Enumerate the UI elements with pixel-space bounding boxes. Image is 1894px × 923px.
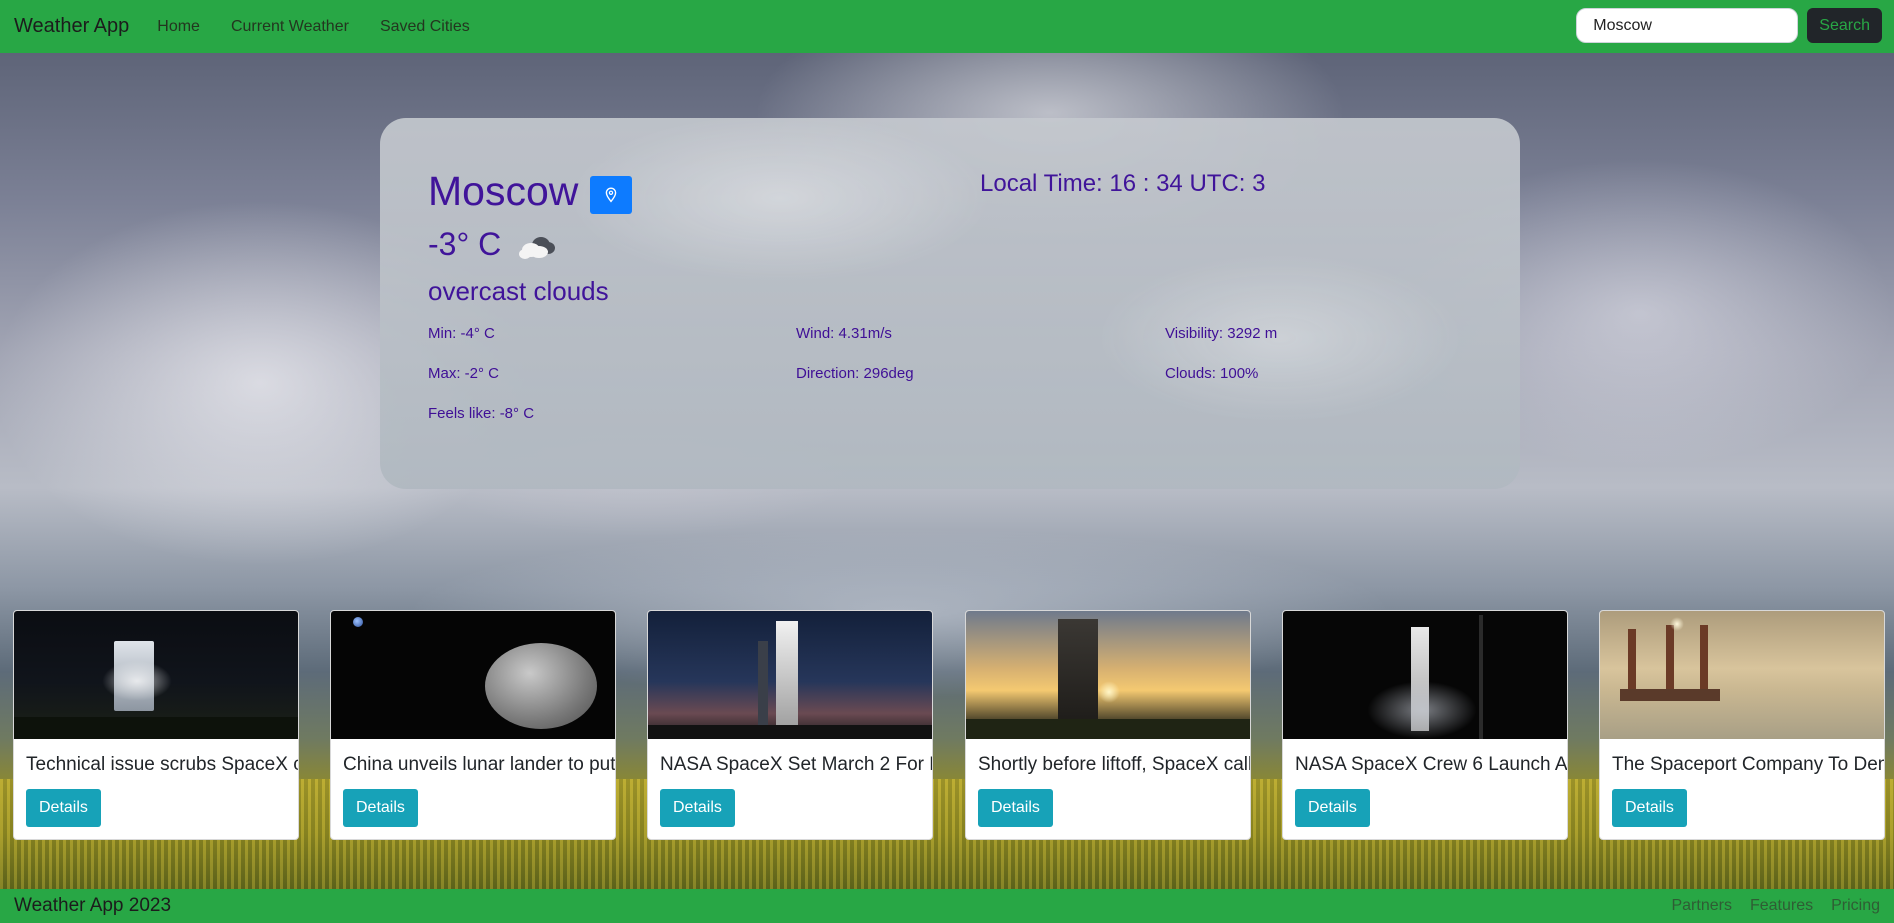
footer-link-partners[interactable]: Partners bbox=[1671, 897, 1731, 915]
news-card: The Spaceport Company To Demonstrate Det… bbox=[1599, 610, 1885, 840]
stat-visibility: Visibility: 3292 m bbox=[1165, 325, 1278, 342]
news-title: China unveils lunar lander to put astron… bbox=[343, 754, 615, 775]
nav-link-current-weather[interactable]: Current Weather bbox=[231, 18, 349, 36]
local-time: Local Time: 16 : 34 UTC: 3 bbox=[980, 170, 1266, 197]
save-city-button[interactable] bbox=[590, 175, 633, 214]
stat-wind: Wind: 4.31m/s bbox=[796, 325, 892, 342]
news-image bbox=[1600, 611, 1884, 739]
footer-links: Partners Features Pricing bbox=[1653, 897, 1880, 915]
details-button[interactable]: Details bbox=[1612, 789, 1687, 827]
news-image bbox=[648, 611, 932, 739]
top-navbar: Weather App Home Current Weather Saved C… bbox=[0, 0, 1894, 53]
temperature: -3° C bbox=[428, 226, 502, 262]
news-title: Shortly before liftoff, SpaceX calls off bbox=[978, 754, 1250, 775]
stat-clouds: Clouds: 100% bbox=[1165, 365, 1259, 382]
news-card: Technical issue scrubs SpaceX crew launc… bbox=[13, 610, 299, 840]
news-card: China unveils lunar lander to put astron… bbox=[330, 610, 616, 840]
footer-brand: Weather App 2023 bbox=[14, 895, 172, 916]
city-name: Moscow bbox=[428, 168, 579, 214]
news-card: Shortly before liftoff, SpaceX calls off… bbox=[965, 610, 1251, 840]
news-card: NASA SpaceX Crew 6 Launch Attempt Detail… bbox=[1282, 610, 1568, 840]
stat-min: Min: -4° C bbox=[428, 325, 495, 342]
navbar-brand[interactable]: Weather App bbox=[14, 15, 129, 38]
details-button[interactable]: Details bbox=[660, 789, 735, 827]
news-image bbox=[966, 611, 1250, 739]
news-title: NASA SpaceX Crew 6 Launch Attempt bbox=[1295, 754, 1567, 775]
search-input[interactable] bbox=[1576, 8, 1799, 43]
weather-card: Moscow Local Time: 16 : 34 UTC: 3 -3° C … bbox=[380, 118, 1520, 489]
search-form: Search bbox=[1576, 8, 1882, 43]
footer-link-pricing[interactable]: Pricing bbox=[1831, 897, 1880, 915]
news-card: NASA SpaceX Set March 2 For Launch Detai… bbox=[647, 610, 933, 840]
stat-max: Max: -2° C bbox=[428, 365, 500, 382]
weather-description: overcast clouds bbox=[428, 276, 609, 306]
news-image bbox=[331, 611, 615, 739]
nav-link-home[interactable]: Home bbox=[157, 18, 200, 36]
map-pin-icon bbox=[606, 186, 617, 202]
details-button[interactable]: Details bbox=[978, 789, 1053, 827]
news-title: Technical issue scrubs SpaceX crew launc… bbox=[26, 754, 298, 775]
details-button[interactable]: Details bbox=[343, 789, 418, 827]
news-image bbox=[14, 611, 298, 739]
footer: Weather App 2023 Partners Features Prici… bbox=[0, 889, 1894, 923]
stat-feels-like: Feels like: -8° C bbox=[428, 405, 535, 422]
temperature-row: -3° C bbox=[428, 226, 557, 263]
city-row: Moscow bbox=[428, 168, 633, 215]
details-button[interactable]: Details bbox=[1295, 789, 1370, 827]
search-button[interactable]: Search bbox=[1807, 8, 1882, 43]
news-title: NASA SpaceX Set March 2 For Launch bbox=[660, 754, 932, 775]
news-image bbox=[1283, 611, 1567, 739]
cloud-icon bbox=[519, 236, 556, 259]
footer-link-features[interactable]: Features bbox=[1750, 897, 1813, 915]
nav-link-saved-cities[interactable]: Saved Cities bbox=[380, 18, 470, 36]
news-title: The Spaceport Company To Demonstrate bbox=[1612, 754, 1884, 775]
details-button[interactable]: Details bbox=[26, 789, 101, 827]
stat-direction: Direction: 296deg bbox=[796, 365, 914, 382]
